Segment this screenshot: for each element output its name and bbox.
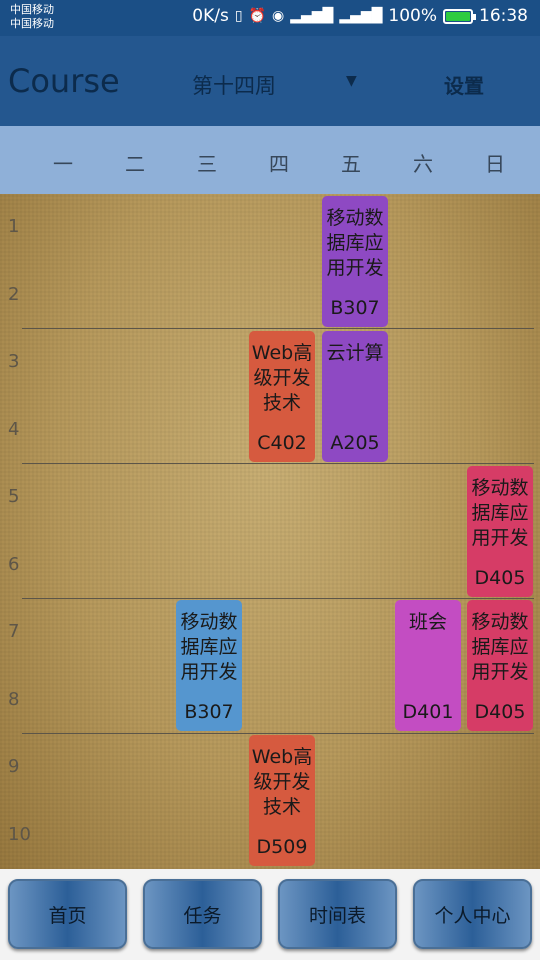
- weekday-header: 一 二 三 四 五 六 日: [0, 126, 540, 194]
- slot-label: 3: [8, 351, 20, 372]
- period-divider: [22, 328, 534, 329]
- eye-icon: ◉: [272, 8, 285, 24]
- nav-home-button[interactable]: 首页: [8, 879, 127, 949]
- status-bar: 中国移动 中国移动 0K/s ▯ ⏰ ◉ ▂▄▆█ ▂▄▆█ 100% 16:3…: [0, 0, 540, 36]
- settings-button[interactable]: 设置: [444, 70, 484, 99]
- signal-2g-icon: ▂▄▆█: [339, 8, 383, 24]
- day-sun: 日: [485, 152, 505, 176]
- course-room: B307: [184, 701, 234, 723]
- course-block[interactable]: Web高级开发技术 C402: [249, 331, 315, 462]
- battery-fill: [446, 11, 470, 21]
- course-room: D405: [474, 567, 526, 589]
- course-room: B307: [330, 297, 380, 319]
- week-selector[interactable]: 第十四周: [192, 70, 276, 100]
- course-name: 移动数据库应用开发: [471, 477, 529, 549]
- bottom-nav: 首页 任务 时间表 个人中心: [0, 869, 540, 960]
- course-block[interactable]: 移动数据库应用开发 B307: [322, 196, 388, 327]
- course-block[interactable]: 移动数据库应用开发 D405: [467, 466, 533, 597]
- slot-label: 4: [8, 419, 20, 440]
- course-room: C402: [257, 432, 307, 454]
- slot-label: 5: [8, 486, 20, 507]
- course-block[interactable]: 移动数据库应用开发 D405: [467, 600, 533, 731]
- app-bar: Course 第十四周 ▼ 设置: [0, 36, 540, 126]
- course-block[interactable]: 移动数据库应用开发 B307: [176, 600, 242, 731]
- status-indicators: 0K/s ▯ ⏰ ◉ ▂▄▆█ ▂▄▆█ 100% 16:38: [192, 6, 528, 26]
- period-divider: [22, 733, 534, 734]
- signal-4g-icon: ▂▄▆█: [290, 8, 334, 24]
- slot-label: 2: [8, 284, 20, 305]
- course-room: A205: [330, 432, 380, 454]
- battery-icon: [443, 8, 476, 24]
- course-room: D405: [474, 701, 526, 723]
- nav-profile-button[interactable]: 个人中心: [413, 879, 532, 949]
- nav-tasks-button[interactable]: 任务: [143, 879, 262, 949]
- period-divider: [22, 598, 534, 599]
- course-name: 云计算: [326, 342, 384, 364]
- period-divider: [22, 463, 534, 464]
- course-block[interactable]: 班会 D401: [395, 600, 461, 731]
- course-block[interactable]: 云计算 A205: [322, 331, 388, 462]
- day-wed: 三: [197, 152, 217, 176]
- course-name: Web高级开发技术: [251, 342, 313, 414]
- slot-label: 8: [8, 689, 20, 710]
- course-name: 班会: [408, 611, 447, 633]
- slot-label: 1: [8, 216, 20, 237]
- dropdown-caret-icon[interactable]: ▼: [346, 73, 357, 89]
- carrier-1: 中国移动: [10, 3, 54, 16]
- clock: 16:38: [479, 6, 528, 26]
- day-thu: 四: [269, 152, 289, 176]
- day-fri: 五: [341, 152, 361, 176]
- day-tue: 二: [125, 152, 145, 176]
- course-room: D401: [402, 701, 454, 723]
- slot-label: 9: [8, 756, 20, 777]
- app-title: Course: [8, 62, 120, 100]
- battery-percent: 100%: [388, 6, 437, 26]
- carrier-info: 中国移动 中国移动: [10, 3, 54, 31]
- nav-timetable-button[interactable]: 时间表: [278, 879, 397, 949]
- slot-label: 10: [8, 824, 31, 845]
- course-name: Web高级开发技术: [251, 746, 313, 818]
- course-block[interactable]: Web高级开发技术 D509: [249, 735, 315, 866]
- day-mon: 一: [53, 152, 73, 176]
- course-room: D509: [256, 836, 308, 858]
- slot-label: 6: [8, 554, 20, 575]
- course-name: 移动数据库应用开发: [471, 611, 529, 683]
- course-name: 移动数据库应用开发: [326, 207, 384, 279]
- carrier-2: 中国移动: [10, 17, 54, 30]
- slot-label: 7: [8, 621, 20, 642]
- vibrate-icon: ▯: [234, 8, 243, 24]
- course-name: 移动数据库应用开发: [180, 611, 238, 683]
- alarm-icon: ⏰: [248, 8, 267, 24]
- network-speed: 0K/s: [192, 6, 229, 26]
- timetable-grid: 1 2 3 4 5 6 7 8 9 10 移动数据库应用开发 B307 Web高级开…: [0, 194, 540, 869]
- day-sat: 六: [413, 152, 433, 176]
